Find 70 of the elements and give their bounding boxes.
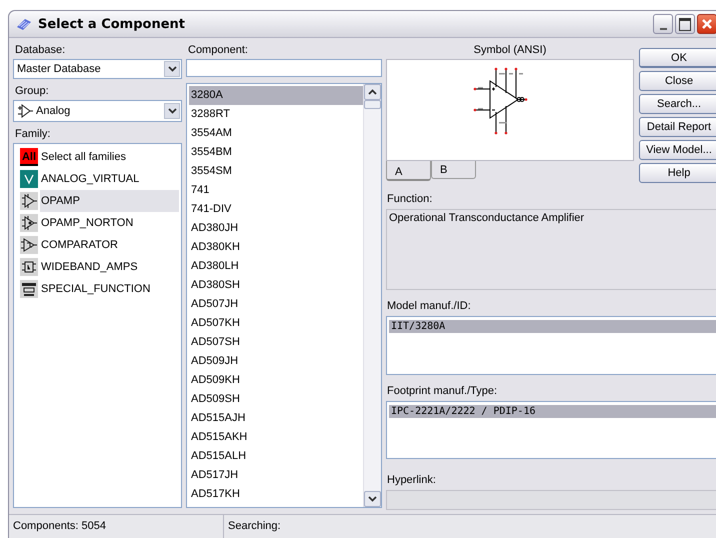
all-icon: All (20, 148, 38, 166)
family-item[interactable]: OPAMP_NORTON (20, 212, 179, 234)
component-item[interactable]: AD515AJH (189, 409, 363, 428)
component-item[interactable]: AD515ALH (189, 447, 363, 466)
norton-opamp-icon (20, 214, 38, 232)
footprint-label: Footprint manuf./Type: (387, 384, 498, 398)
chip-icon (20, 280, 38, 298)
family-item[interactable]: COMPARATOR (20, 234, 179, 256)
dialog-button[interactable]: Search... (639, 94, 716, 114)
minimize-button[interactable] (653, 14, 673, 34)
component-item[interactable]: AD517KH (189, 485, 363, 504)
scroll-up-icon[interactable] (364, 84, 381, 100)
component-item[interactable]: AD507JH (189, 295, 363, 314)
function-label: Function: (387, 192, 434, 206)
component-item[interactable]: AD509JH (189, 352, 363, 371)
scroll-down-icon[interactable] (364, 491, 381, 507)
scrollbar[interactable] (363, 84, 381, 507)
family-item[interactable]: WIDEBAND_AMPS (20, 256, 179, 278)
component-item[interactable]: AD380KH (189, 238, 363, 257)
dialog-button[interactable]: Detail Report (639, 117, 716, 137)
hyperlink-label: Hyperlink: (387, 473, 437, 488)
component-item[interactable]: 741 (189, 181, 363, 200)
family-item[interactable]: SPECIAL_FUNCTION (20, 278, 179, 300)
chip-icon (15, 17, 33, 31)
database-dropdown[interactable]: Master Database (13, 59, 182, 79)
family-label: Family: (15, 127, 52, 141)
group-label: Group: (15, 84, 50, 98)
dialog-button[interactable]: OK (639, 48, 716, 68)
component-item[interactable]: 3554BM (189, 143, 363, 162)
component-item[interactable]: AD517JH (189, 466, 363, 485)
family-item[interactable]: All Select all families (20, 146, 179, 168)
opamp-icon (20, 192, 38, 210)
status-text: Searching: (227, 519, 281, 534)
symbol-label: Symbol (ANSI) (474, 43, 546, 57)
section-tab[interactable]: B (431, 161, 476, 179)
component-item[interactable]: AD380SH (189, 276, 363, 295)
scroll-thumb[interactable] (364, 100, 381, 109)
component-item[interactable]: AD380LH (189, 257, 363, 276)
dialog-button[interactable]: View Model... (639, 140, 716, 160)
component-item[interactable]: AD509SH (189, 390, 363, 409)
window-title: Select a Component (38, 16, 185, 32)
section-tab[interactable]: A (386, 161, 431, 181)
component-item[interactable]: 3288RT (189, 105, 363, 124)
model-item[interactable]: IIT/3280A (389, 320, 716, 334)
component-item[interactable]: 3554AM (189, 124, 363, 143)
family-item[interactable]: ANALOG_VIRTUAL (20, 168, 179, 190)
dialog-button[interactable]: Help (639, 163, 716, 183)
hyperlink-field[interactable] (386, 490, 716, 510)
footprint-item[interactable]: IPC-2221A/2222 / PDIP-16 (389, 404, 716, 418)
database-label: Database: (15, 43, 66, 57)
chip-icon (20, 258, 38, 276)
component-item[interactable]: AD515AKH (189, 428, 363, 447)
component-item[interactable]: 3280A (189, 86, 363, 105)
component-item[interactable]: AD507SH (189, 333, 363, 352)
status-text: Components: 5054 (9, 515, 224, 538)
component-label: Component: (188, 43, 249, 57)
component-item[interactable]: AD507KH (189, 314, 363, 333)
comparator-icon (20, 236, 38, 254)
amplifier-icon (17, 104, 33, 118)
component-item[interactable]: AD509KH (189, 371, 363, 390)
model-label: Model manuf./ID: (387, 299, 472, 314)
component-input-field[interactable] (186, 59, 382, 77)
maximize-button[interactable] (675, 14, 695, 34)
dialog-button[interactable]: Close (639, 71, 716, 91)
virtual-icon (20, 170, 38, 188)
group-dropdown[interactable]: Analog (13, 100, 182, 122)
component-item[interactable]: 3554SM (189, 162, 363, 181)
function-text: Operational Transconductance Amplifier (389, 212, 584, 224)
component-item[interactable]: 741-DIV (189, 200, 363, 219)
component-item[interactable]: AD380JH (189, 219, 363, 238)
